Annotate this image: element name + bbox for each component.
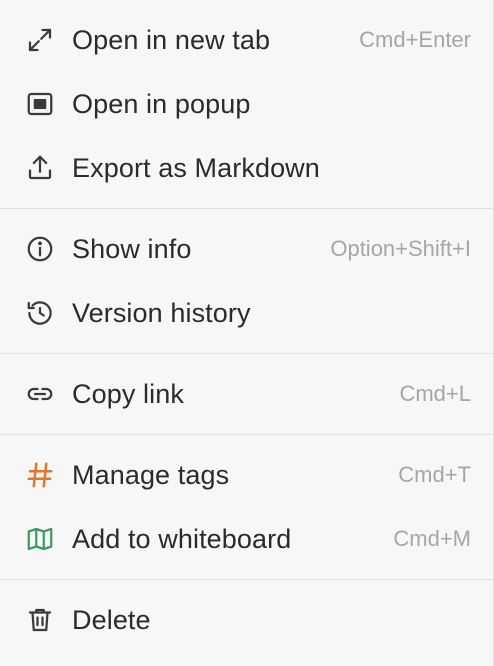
menu-group-open: Open in new tab Cmd+Enter Open in popup … (0, 0, 493, 208)
menu-item-version-history[interactable]: Version history (0, 281, 493, 345)
menu-group-organize: Manage tags Cmd+T Add to whiteboard Cmd+… (0, 435, 493, 579)
menu-item-add-to-whiteboard[interactable]: Add to whiteboard Cmd+M (0, 507, 493, 571)
menu-item-show-info[interactable]: Show info Option+Shift+I (0, 217, 493, 281)
menu-item-copy-link[interactable]: Copy link Cmd+L (0, 362, 493, 426)
menu-item-label: Version history (72, 297, 251, 328)
context-menu: Open in new tab Cmd+Enter Open in popup … (0, 0, 494, 666)
export-upload-icon (24, 152, 56, 184)
menu-group-danger: Delete (0, 580, 493, 660)
hash-tag-icon (24, 459, 56, 491)
menu-item-label: Open in new tab (72, 24, 271, 55)
menu-item-manage-tags[interactable]: Manage tags Cmd+T (0, 443, 493, 507)
history-clock-icon (24, 297, 56, 329)
shortcut-hint: Cmd+M (393, 526, 471, 551)
menu-item-label: Export as Markdown (72, 152, 320, 183)
menu-item-export-as-markdown[interactable]: Export as Markdown (0, 136, 493, 200)
menu-item-delete[interactable]: Delete (0, 588, 493, 652)
shortcut-hint: Cmd+T (398, 462, 471, 487)
expand-arrows-icon (24, 24, 56, 56)
menu-item-label: Copy link (72, 378, 184, 409)
menu-item-label: Show info (72, 233, 192, 264)
map-whiteboard-icon (24, 523, 56, 555)
menu-item-open-in-new-tab[interactable]: Open in new tab Cmd+Enter (0, 8, 493, 72)
info-circle-icon (24, 233, 56, 265)
menu-group-link: Copy link Cmd+L (0, 354, 493, 434)
menu-item-label: Manage tags (72, 459, 230, 490)
trash-icon (24, 604, 56, 636)
popup-window-icon (24, 88, 56, 120)
shortcut-hint: Cmd+Enter (359, 27, 471, 52)
menu-item-label: Add to whiteboard (72, 523, 292, 554)
menu-item-label: Open in popup (72, 88, 251, 119)
menu-item-open-in-popup[interactable]: Open in popup (0, 72, 493, 136)
menu-group-info: Show info Option+Shift+I Version history (0, 209, 493, 353)
link-icon (24, 378, 56, 410)
shortcut-hint: Cmd+L (399, 381, 471, 406)
shortcut-hint: Option+Shift+I (330, 236, 471, 261)
menu-item-label: Delete (72, 604, 151, 635)
